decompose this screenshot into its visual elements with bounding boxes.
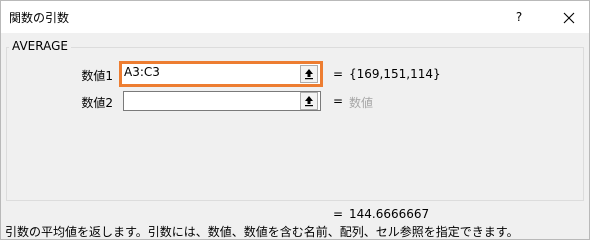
arg1-label: 数値1 (81, 69, 113, 83)
function-name: AVERAGE (9, 39, 71, 53)
arg2-result-placeholder: 数値 (349, 96, 374, 110)
title-bar: 関数の引数 ? (1, 1, 589, 33)
close-icon (563, 12, 575, 23)
close-button[interactable] (549, 3, 589, 31)
arg1-collapse-button[interactable] (300, 65, 318, 83)
upload-arrow-icon (305, 69, 313, 80)
arg1-value: A3:C3 (124, 65, 160, 79)
arg2-label: 数値2 (81, 96, 113, 110)
arg2-equals: = (333, 94, 344, 108)
arg1-equals: = (333, 67, 344, 81)
function-arguments-dialog: 関数の引数 ? AVERAGE 数値1 A3:C3 = {169,151,114… (0, 0, 590, 240)
arg1-input[interactable]: A3:C3 (119, 61, 323, 87)
upload-arrow-icon (305, 96, 313, 107)
help-button[interactable]: ? (507, 5, 531, 29)
formula-result-equals: = (333, 207, 344, 221)
dialog-title: 関数の引数 (9, 11, 70, 25)
arg2-input[interactable] (123, 91, 321, 111)
arg1-result: {169,151,114} (349, 67, 441, 81)
formula-result: 144.6666667 (349, 207, 430, 221)
arg2-collapse-button[interactable] (300, 92, 318, 110)
function-description: 引数の平均値を返します。引数には、数値、数値を含む名前、配列、セル参照を指定でき… (5, 225, 519, 239)
